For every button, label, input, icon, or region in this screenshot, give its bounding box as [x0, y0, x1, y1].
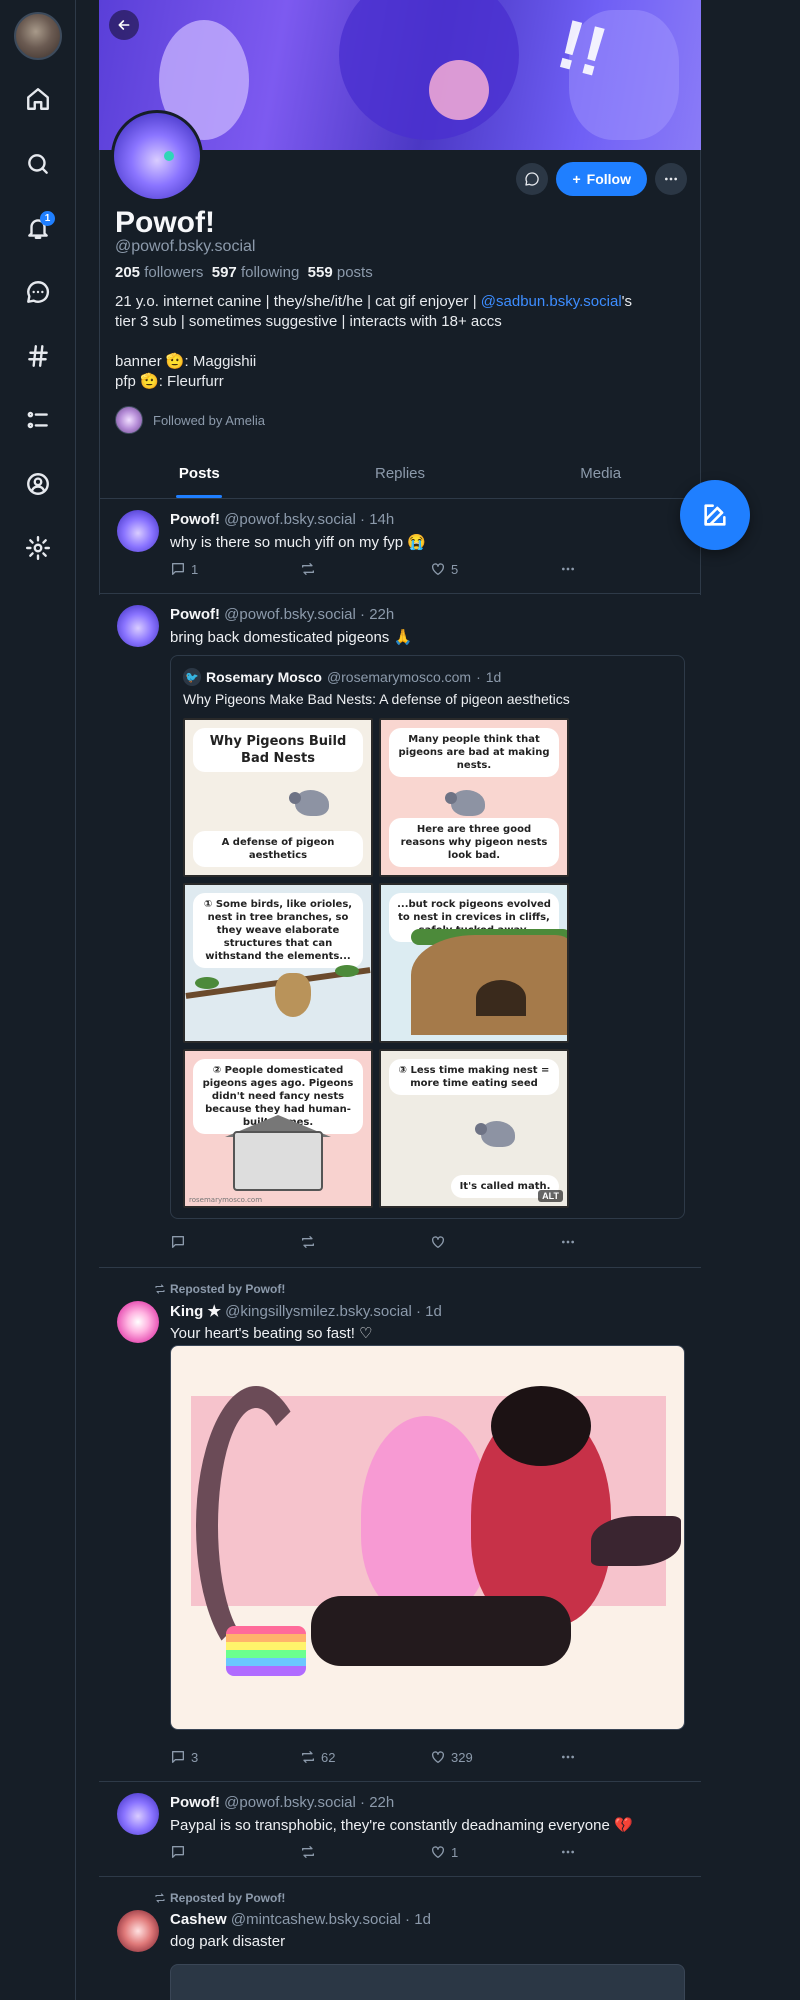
feed-post[interactable]: Powof! @powof.bsky.social · 14h why is t… — [99, 500, 701, 594]
comic-panel: Many people think that pigeons are bad a… — [379, 718, 569, 878]
repost-button[interactable] — [300, 1234, 321, 1250]
post-media[interactable] — [170, 1964, 685, 2000]
reply-button[interactable] — [170, 1844, 191, 1860]
post-more-icon[interactable] — [560, 1234, 576, 1250]
post-actions — [170, 1234, 580, 1254]
following-link[interactable]: 597 following — [212, 264, 300, 281]
follow-button-label: Follow — [586, 171, 631, 187]
reply-button[interactable] — [170, 1234, 191, 1250]
post-text: Your heart's beating so fast! ♡ — [170, 1325, 373, 1342]
search-icon[interactable] — [18, 144, 58, 184]
profile-bio: 21 y.o. internet canine | they/she/it/he… — [115, 293, 633, 390]
comic-panel: ② People domesticated pigeons ages ago. … — [183, 1048, 373, 1208]
feed-post[interactable]: Reposted by Powof! King ★ @kingsillysmil… — [99, 1269, 701, 1782]
posts-count: 559 posts — [307, 264, 373, 281]
post-text: bring back domesticated pigeons 🙏 — [170, 629, 413, 646]
comic-image-grid[interactable]: Why Pigeons Build Bad Nests A defense of… — [183, 718, 569, 1208]
plus-icon: + — [572, 171, 581, 187]
quoted-author-avatar: 🐦 — [183, 668, 201, 686]
post-author-avatar[interactable] — [117, 510, 159, 552]
chat-icon[interactable] — [18, 272, 58, 312]
repost-icon — [155, 1893, 165, 1903]
profile-tabs: Posts Replies Media — [99, 455, 701, 499]
profile-actions: + Follow — [516, 162, 687, 196]
profile-avatar[interactable] — [111, 110, 203, 202]
post-author-avatar[interactable] — [117, 605, 159, 647]
reposted-by[interactable]: Reposted by Powof! — [154, 1282, 285, 1296]
post-actions: 3 62 329 — [170, 1749, 580, 1769]
profile-handle: @powof.bsky.social — [115, 238, 256, 255]
post-author-avatar[interactable] — [117, 1793, 159, 1835]
post-text: why is there so much yiff on my fyp 😭 — [170, 534, 426, 551]
notification-badge: 1 — [40, 211, 55, 226]
current-user-avatar[interactable] — [14, 12, 62, 60]
like-button[interactable] — [430, 1234, 451, 1250]
comic-panel: Why Pigeons Build Bad Nests A defense of… — [183, 718, 373, 878]
left-nav-rail: 1 — [0, 0, 76, 2000]
like-button[interactable]: 329 — [430, 1749, 473, 1765]
post-author-avatar[interactable] — [117, 1910, 159, 1952]
follower-avatar — [115, 406, 143, 434]
post-more-icon[interactable] — [560, 561, 576, 577]
profile-display-name: Powof! — [115, 206, 215, 239]
profile-icon[interactable] — [18, 464, 58, 504]
post-actions: 1 5 — [170, 561, 580, 581]
message-button[interactable] — [516, 163, 549, 195]
quoted-post-title: Why Pigeons Make Bad Nests: A defense of… — [183, 691, 570, 707]
back-arrow-icon[interactable] — [109, 10, 139, 40]
post-image[interactable] — [170, 1345, 685, 1730]
tab-replies[interactable]: Replies — [300, 455, 501, 498]
post-text: dog park disaster — [170, 1933, 286, 1950]
home-icon[interactable] — [18, 79, 58, 119]
post-text: Paypal is so transphobic, they're consta… — [170, 1817, 633, 1834]
followed-by[interactable]: Followed by Amelia — [115, 406, 265, 434]
reply-button[interactable]: 3 — [170, 1749, 198, 1765]
like-button[interactable]: 1 — [430, 1844, 458, 1860]
tab-media[interactable]: Media — [500, 455, 701, 498]
tab-posts[interactable]: Posts — [99, 455, 300, 498]
compose-pencil-icon — [704, 504, 726, 526]
bio-mention-link[interactable]: @sadbun.bsky.social — [481, 293, 622, 310]
followers-link[interactable]: 205 followers — [115, 264, 203, 281]
repost-button[interactable] — [300, 561, 321, 577]
comic-panel: ① Some birds, like orioles, nest in tree… — [183, 883, 373, 1043]
repost-icon — [155, 1284, 165, 1294]
more-options-button[interactable] — [655, 163, 687, 195]
post-more-icon[interactable] — [560, 1749, 576, 1765]
hashtag-feeds-icon[interactable] — [18, 336, 58, 376]
profile-stats: 205 followers 597 following 559 posts — [115, 264, 373, 281]
repost-button[interactable] — [300, 1844, 321, 1860]
feed-post[interactable]: Reposted by Powof! Cashew @mintcashew.bs… — [99, 1878, 701, 2000]
post-actions: 1 — [170, 1844, 580, 1864]
post-more-icon[interactable] — [560, 1844, 576, 1860]
reposted-by[interactable]: Reposted by Powof! — [154, 1891, 285, 1905]
quoted-post[interactable]: 🐦 Rosemary Mosco @rosemarymosco.com · 1d Why… — [170, 655, 685, 1219]
profile-main-column: !! + Follow Powof! @powof.bsky.social 20… — [99, 0, 701, 2000]
feed-post[interactable]: Powof! @powof.bsky.social · 22h bring ba… — [99, 595, 701, 1268]
settings-gear-icon[interactable] — [18, 528, 58, 568]
like-button[interactable]: 5 — [430, 561, 458, 577]
compose-button[interactable] — [680, 480, 750, 550]
lists-icon[interactable] — [18, 400, 58, 440]
follow-button[interactable]: + Follow — [556, 162, 647, 196]
notifications-bell-icon[interactable]: 1 — [18, 208, 58, 248]
comic-panel: ③ Less time making nest = more time eati… — [379, 1048, 569, 1208]
alt-text-badge[interactable]: ALT — [538, 1189, 563, 1202]
comic-panel: ...but rock pigeons evolved to nest in c… — [379, 883, 569, 1043]
reply-button[interactable]: 1 — [170, 561, 198, 577]
repost-button[interactable]: 62 — [300, 1749, 335, 1765]
feed-post[interactable]: Powof! @powof.bsky.social · 22h Paypal i… — [99, 1783, 701, 1877]
post-author-avatar[interactable] — [117, 1301, 159, 1343]
